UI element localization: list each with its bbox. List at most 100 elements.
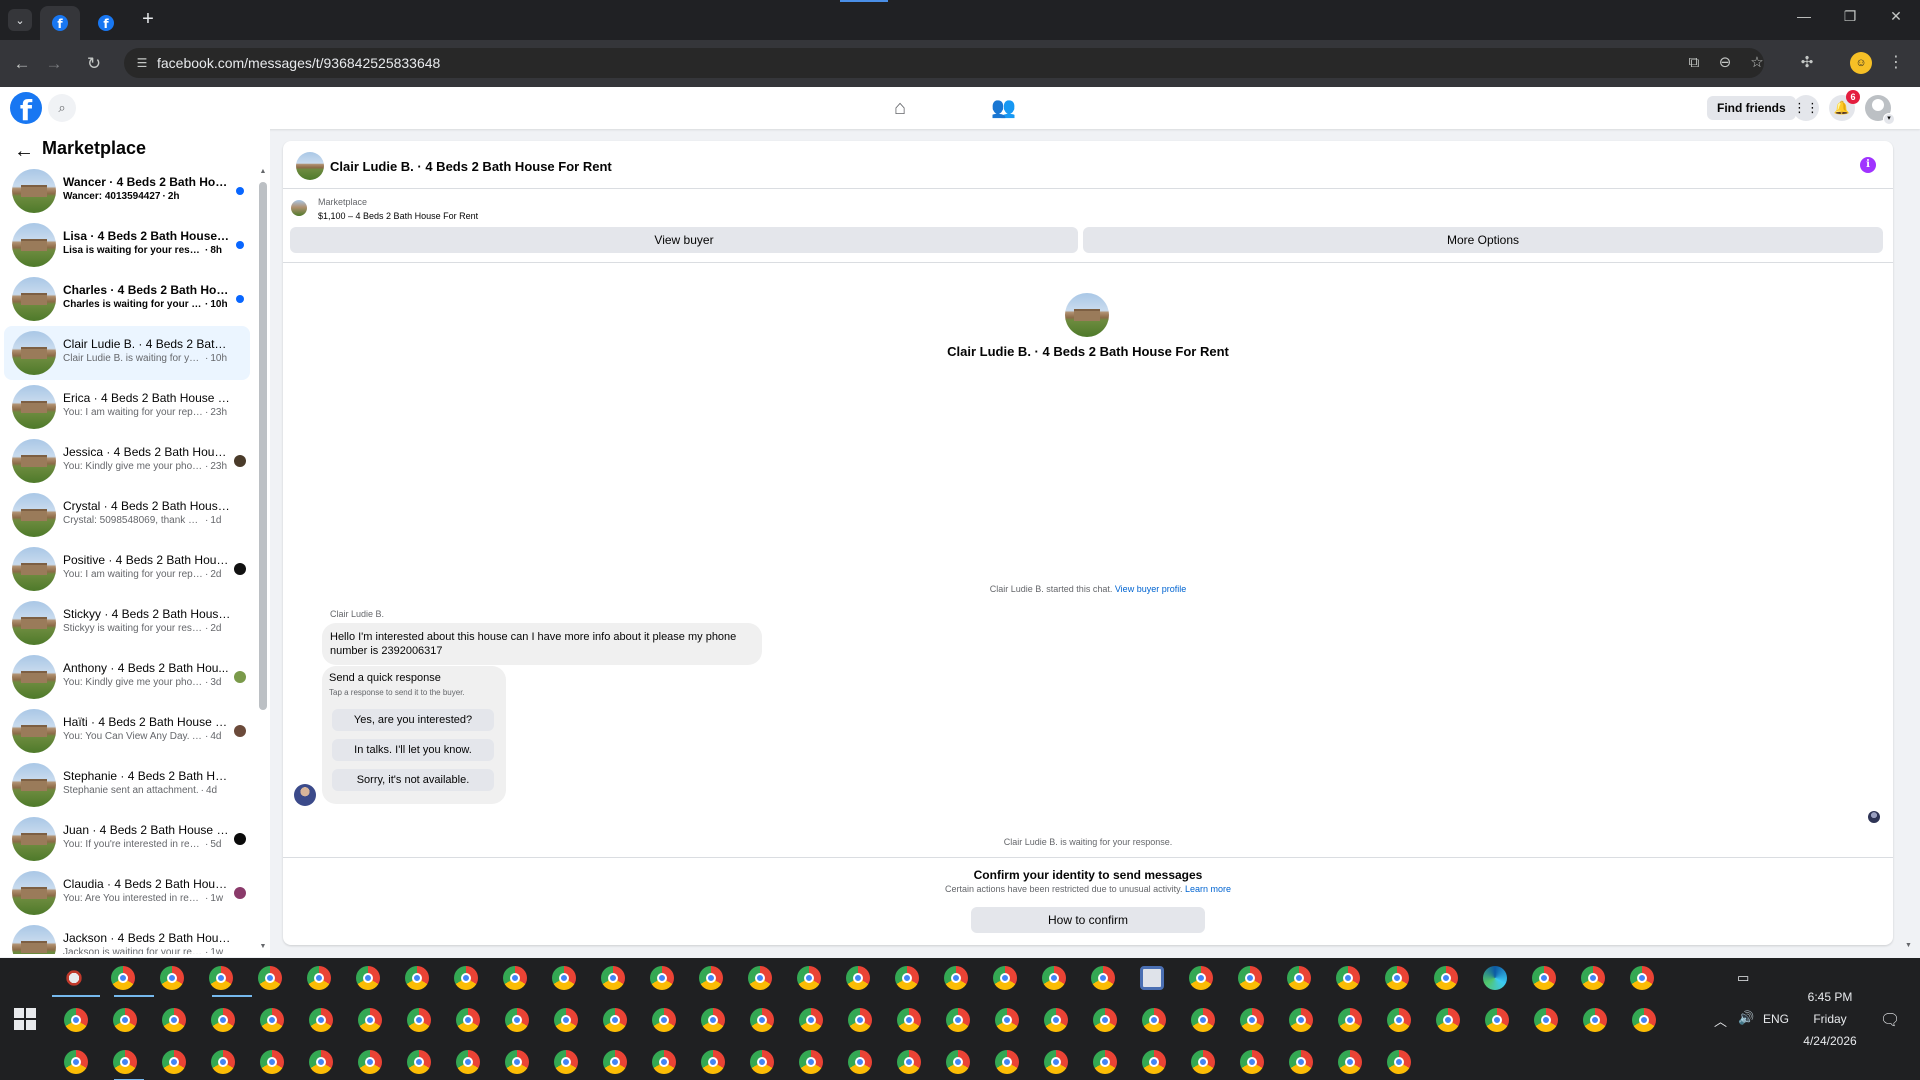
url-text[interactable]: facebook.com/messages/t/936842525833648 (157, 55, 440, 71)
chrome-window-icon[interactable] (1240, 1050, 1264, 1074)
chrome-window-icon[interactable] (456, 1050, 480, 1074)
learn-more-link[interactable]: Learn more (1185, 884, 1231, 894)
minimize-icon[interactable]: — (1784, 8, 1824, 24)
zoom-icon[interactable]: ⊖ (1714, 52, 1736, 74)
menu-grid-icon[interactable]: ⋮⋮ (1793, 95, 1819, 121)
tab-search-button[interactable]: ⌄ (8, 9, 32, 31)
conversation-item[interactable]: Positive · 4 Beds 2 Bath Hous... You: I a… (4, 542, 250, 596)
chrome-window-icon[interactable] (601, 966, 625, 990)
chrome-window-icon[interactable] (797, 966, 821, 990)
chrome-window-icon[interactable] (995, 1050, 1019, 1074)
chrome-window-icon[interactable] (1091, 966, 1115, 990)
close-window-icon[interactable]: ✕ (1876, 8, 1916, 25)
chrome-window-icon[interactable] (1385, 966, 1409, 990)
chrome-window-icon[interactable] (1436, 1008, 1460, 1032)
chrome-window-icon[interactable] (454, 966, 478, 990)
chrome-window-icon[interactable] (1189, 966, 1213, 990)
quick-response-button[interactable]: Yes, are you interested? (332, 709, 494, 731)
volume-icon[interactable]: 🔊 (1738, 1010, 1754, 1026)
chrome-window-icon[interactable] (799, 1008, 823, 1032)
chrome-window-icon[interactable] (946, 1050, 970, 1074)
restore-icon[interactable]: ❐ (1830, 8, 1870, 25)
conversation-item[interactable]: Haïti · 4 Beds 2 Bath House F... You: You… (4, 704, 250, 758)
chrome-window-icon[interactable] (503, 966, 527, 990)
chrome-window-icon[interactable] (1142, 1008, 1166, 1032)
chrome-window-icon[interactable] (944, 966, 968, 990)
chrome-window-icon[interactable] (1093, 1008, 1117, 1032)
message-bubble[interactable]: Hello I'm interested about this house ca… (322, 623, 762, 665)
chrome-window-icon[interactable] (699, 966, 723, 990)
chrome-window-icon[interactable] (1338, 1008, 1362, 1032)
chrome-window-icon[interactable] (846, 966, 870, 990)
chrome-window-icon[interactable] (1093, 1050, 1117, 1074)
chrome-window-icon[interactable] (1485, 1008, 1509, 1032)
quick-response-button[interactable]: Sorry, it's not available. (332, 769, 494, 791)
chrome-window-icon[interactable] (260, 1050, 284, 1074)
chrome-window-icon[interactable] (848, 1050, 872, 1074)
search-icon[interactable]: ⌕ (48, 94, 76, 122)
reload-icon[interactable]: ↻ (82, 52, 106, 76)
chrome-window-icon[interactable] (603, 1008, 627, 1032)
sender-avatar[interactable] (294, 784, 316, 806)
chrome-window-icon[interactable] (64, 1008, 88, 1032)
forward-icon[interactable]: → (42, 52, 66, 76)
chrome-window-icon[interactable] (1338, 1050, 1362, 1074)
chrome-window-icon[interactable] (1387, 1008, 1411, 1032)
clock-time[interactable]: 6:45 PM (1790, 990, 1870, 1004)
chrome-window-icon[interactable] (897, 1008, 921, 1032)
browser-tab-active[interactable]: f (40, 6, 80, 40)
conversation-item[interactable]: Crystal · 4 Beds 2 Bath House F... Crysta… (4, 488, 250, 542)
chrome-window-icon[interactable] (358, 1008, 382, 1032)
chrome-window-icon[interactable] (1238, 966, 1262, 990)
chrome-window-icon[interactable] (1434, 966, 1458, 990)
chrome-window-icon[interactable] (113, 1008, 137, 1032)
chrome-window-icon[interactable] (1630, 966, 1654, 990)
display-icon[interactable]: ▭ (1737, 970, 1749, 986)
chrome-window-icon[interactable] (650, 966, 674, 990)
conversation-item[interactable]: Claudia · 4 Beds 2 Bath Hous... You: Are … (4, 866, 250, 920)
chrome-window-icon[interactable] (1044, 1050, 1068, 1074)
facebook-logo-icon[interactable]: f (10, 92, 42, 124)
chrome-window-icon[interactable] (160, 966, 184, 990)
chrome-window-icon[interactable] (407, 1008, 431, 1032)
conversation-item[interactable]: Anthony · 4 Beds 2 Bath Hou... You: Kindl… (4, 650, 250, 704)
chrome-window-icon[interactable] (307, 966, 331, 990)
chrome-window-icon[interactable] (1581, 966, 1605, 990)
chrome-window-icon[interactable] (1583, 1008, 1607, 1032)
chat-header-avatar[interactable] (296, 152, 324, 180)
conversation-item[interactable]: Erica · 4 Beds 2 Bath House For ... You: … (4, 380, 250, 434)
quick-response-button[interactable]: In talks. I'll let you know. (332, 739, 494, 761)
scroll-up-icon[interactable]: ▲ (258, 168, 268, 175)
chrome-window-icon[interactable] (897, 1050, 921, 1074)
browser-tab[interactable]: f (86, 6, 126, 40)
chrome-window-icon[interactable] (750, 1008, 774, 1032)
chrome-window-icon[interactable] (848, 1008, 872, 1032)
chrome-window-icon[interactable] (552, 966, 576, 990)
view-buyer-button[interactable]: View buyer (290, 227, 1078, 253)
how-to-confirm-button[interactable]: How to confirm (971, 907, 1205, 933)
conversation-item[interactable]: Lisa · 4 Beds 2 Bath House Fo... Lisa is … (4, 218, 250, 272)
sidebar-scroll-thumb[interactable] (259, 182, 267, 710)
install-app-icon[interactable]: ⧉ (1683, 52, 1705, 74)
chrome-window-icon[interactable] (1044, 1008, 1068, 1032)
info-icon[interactable]: i (1860, 157, 1876, 173)
chrome-window-icon[interactable] (1042, 966, 1066, 990)
chrome-window-icon[interactable] (946, 1008, 970, 1032)
chrome-window-icon[interactable] (1142, 1050, 1166, 1074)
edge-browser-icon[interactable] (1483, 966, 1507, 990)
language-indicator[interactable]: ENG (1758, 1012, 1794, 1026)
chrome-window-icon[interactable] (1240, 1008, 1264, 1032)
back-icon[interactable]: ← (10, 52, 34, 76)
chrome-window-icon[interactable] (750, 1050, 774, 1074)
chrome-window-icon[interactable] (162, 1008, 186, 1032)
chrome-window-icon[interactable] (701, 1008, 725, 1032)
chrome-window-icon[interactable] (356, 966, 380, 990)
chrome-window-icon[interactable] (1534, 1008, 1558, 1032)
home-icon[interactable]: ⌂ (888, 96, 912, 120)
chrome-window-icon[interactable] (505, 1008, 529, 1032)
chrome-window-icon[interactable] (995, 1008, 1019, 1032)
conversation-item[interactable]: Charles · 4 Beds 2 Bath House... Charles … (4, 272, 250, 326)
chrome-window-icon[interactable] (64, 1050, 88, 1074)
chrome-window-icon[interactable] (358, 1050, 382, 1074)
chrome-window-icon[interactable] (162, 1050, 186, 1074)
